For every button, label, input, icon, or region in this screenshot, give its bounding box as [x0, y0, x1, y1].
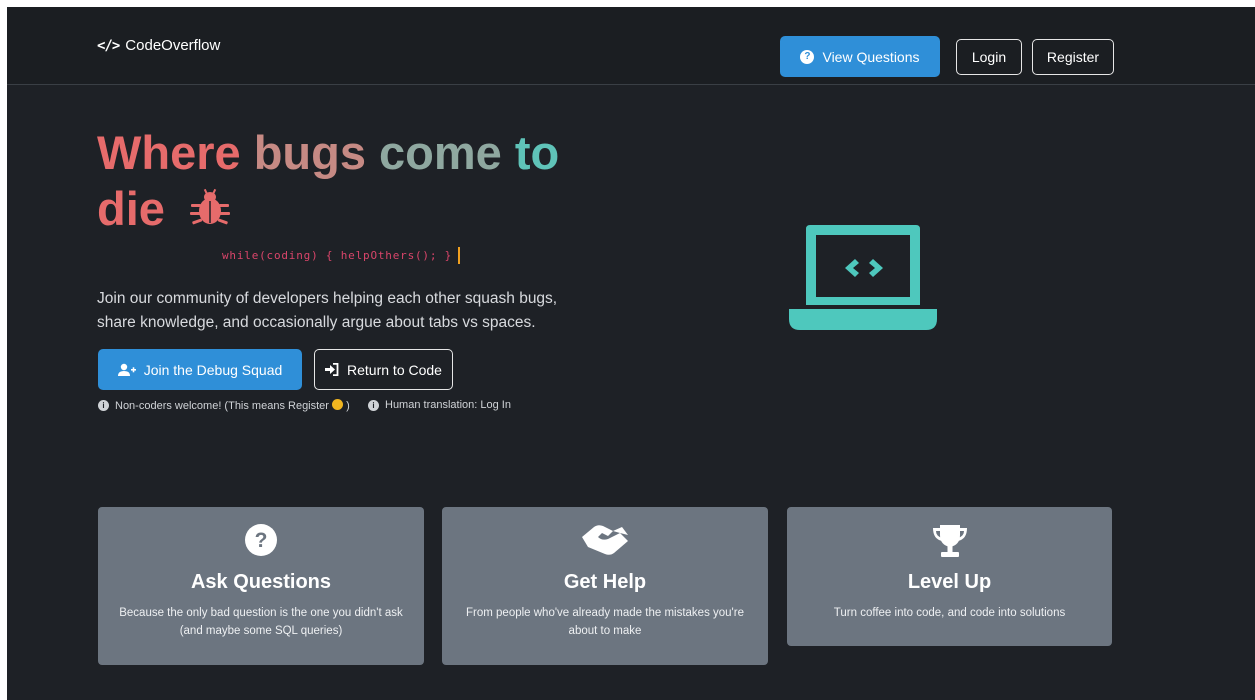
smirk-emoji-icon	[332, 399, 344, 410]
feature-text: Because the only bad question is the one…	[119, 607, 403, 637]
register-label: Register	[1046, 49, 1100, 65]
view-questions-label: View Questions	[822, 48, 920, 65]
feature-card-get-help: Get Help From people who've already made…	[442, 507, 768, 665]
hero-title-word: die	[97, 182, 165, 235]
handshake-icon	[580, 523, 630, 562]
login-hint-text: Human translation: Log In	[385, 399, 511, 411]
info-icon: i	[368, 399, 379, 411]
navbar: </> CodeOverflow ? View Questions Login …	[7, 7, 1255, 85]
login-label: Login	[971, 49, 1007, 65]
view-questions-button[interactable]: ? View Questions	[780, 36, 940, 77]
feature-card-ask-questions: ? Ask Questions Because the only bad que…	[98, 507, 424, 665]
typing-cursor	[458, 247, 461, 264]
code-snippet: while(coding) { helpOthers(); }	[222, 249, 453, 262]
question-circle-icon: ?	[800, 49, 815, 64]
hero-title-word: to	[514, 126, 560, 179]
sign-in-icon	[325, 363, 339, 376]
register-button[interactable]: Register	[1032, 39, 1114, 75]
laptop-code-icon	[789, 225, 937, 336]
user-plus-icon	[117, 363, 136, 376]
question-circle-icon: ?	[244, 523, 278, 562]
hero-title: Where bugs come to die	[97, 125, 567, 241]
info-icon: i	[98, 400, 109, 411]
register-hint-text-end: )	[346, 400, 350, 412]
join-label: Join the Debug Squad	[143, 361, 283, 378]
hero-title-word: Where	[97, 126, 241, 179]
join-debug-squad-button[interactable]: Join the Debug Squad	[98, 349, 302, 390]
login-hint: i Human translation: Log In	[368, 399, 511, 411]
hero-title-word: bugs	[253, 126, 366, 179]
feature-text: From people who've already made the mist…	[466, 607, 744, 637]
brand-name: CodeOverflow	[125, 37, 221, 54]
page: </> CodeOverflow ? View Questions Login …	[7, 7, 1255, 700]
feature-title: Level Up	[907, 571, 992, 593]
return-label: Return to Code	[347, 361, 442, 378]
hero-description: Join our community of developers helping…	[97, 290, 558, 331]
feature-title: Ask Questions	[190, 571, 332, 593]
brand-link[interactable]: </> CodeOverflow	[97, 37, 220, 54]
feature-card-level-up: Level Up Turn coffee into code, and code…	[787, 507, 1112, 646]
code-icon: </>	[97, 37, 120, 54]
feature-title: Get Help	[563, 571, 647, 593]
code-typing-line: while(coding) { helpOthers(); }	[222, 247, 461, 264]
login-button[interactable]: Login	[956, 39, 1022, 75]
svg-text:?: ?	[255, 529, 268, 552]
bug-icon	[188, 185, 232, 241]
return-to-code-button[interactable]: Return to Code	[314, 349, 453, 390]
register-hint-text: Non-coders welcome! (This means Register	[115, 400, 329, 412]
register-hint: i Non-coders welcome! (This means Regist…	[98, 399, 350, 412]
trophy-icon	[930, 523, 970, 564]
feature-text: Turn coffee into code, and code into sol…	[833, 607, 1066, 619]
hero-title-word: come	[379, 126, 502, 179]
